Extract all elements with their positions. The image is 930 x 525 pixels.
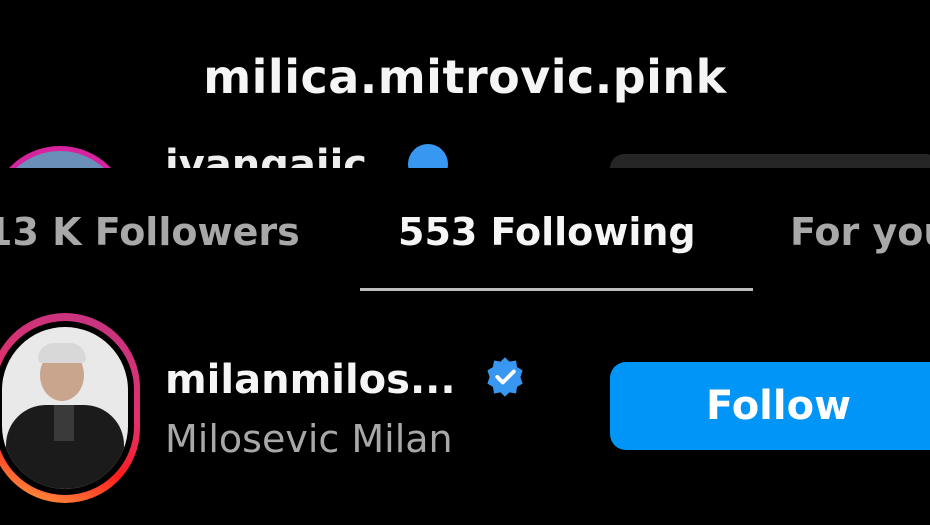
previous-username[interactable]: ivangajic (165, 142, 367, 168)
username[interactable]: milanmilos... (165, 357, 456, 403)
tab-followers[interactable]: 13 K Followers (0, 210, 300, 254)
verified-badge-icon (487, 357, 523, 397)
follow-button[interactable]: Follow (610, 362, 930, 450)
verified-badge-icon (408, 144, 448, 168)
profile-photo (2, 327, 128, 489)
tab-following[interactable]: 553 Following (398, 210, 696, 254)
full-name: Milosevic Milan (165, 417, 453, 461)
avatar[interactable] (0, 321, 134, 495)
previous-action-button[interactable] (610, 154, 930, 168)
story-ring[interactable] (0, 313, 140, 503)
list-item[interactable]: milanmilos... Milosevic Milan Follow (0, 305, 930, 505)
tab-for-you[interactable]: For you (790, 210, 930, 254)
active-tab-indicator (360, 288, 753, 291)
avatar[interactable] (0, 146, 130, 168)
tab-bar: 13 K Followers 553 Following For you (0, 200, 930, 292)
page-title: milica.mitrovic.pink (203, 50, 727, 104)
previous-list-item[interactable]: ivangajic (0, 140, 930, 168)
